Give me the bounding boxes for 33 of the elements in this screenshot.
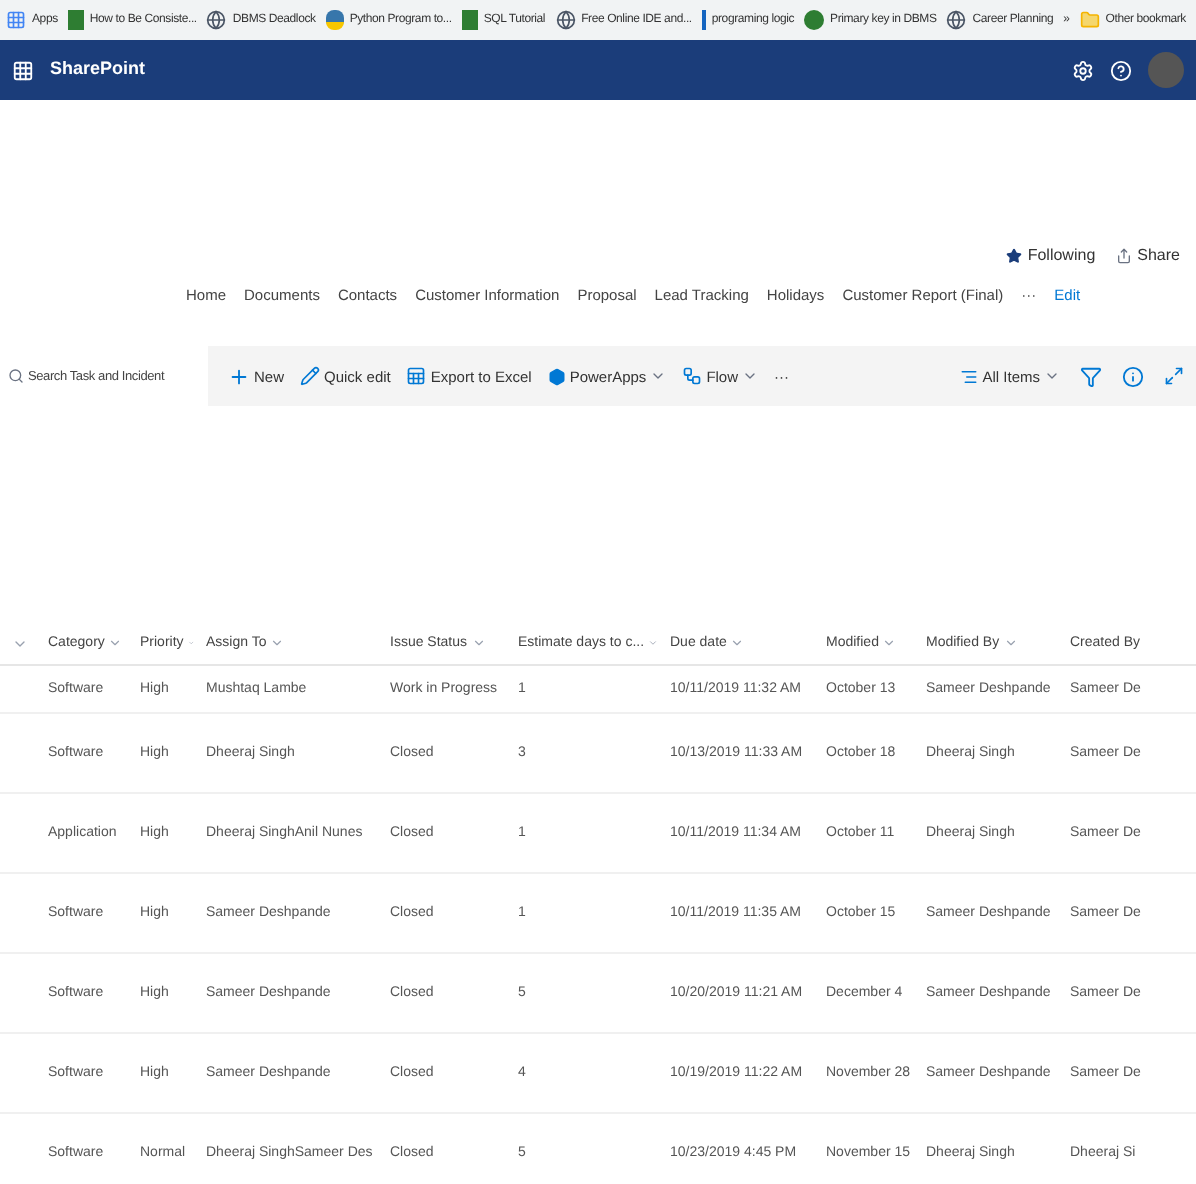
lines-icon (960, 367, 979, 386)
pencil-icon (300, 366, 321, 387)
share-icon (1115, 248, 1132, 264)
share-button[interactable]: Share (1115, 244, 1180, 268)
filter-icon[interactable] (1080, 365, 1102, 388)
app-title[interactable]: SharePoint (50, 56, 146, 84)
chevron-down-icon (1003, 636, 1018, 651)
star-icon (1005, 248, 1022, 264)
waffle-menu-icon[interactable] (12, 59, 34, 81)
search-icon (8, 368, 24, 385)
settings-icon[interactable] (1072, 59, 1094, 81)
chevron-down-icon (471, 636, 486, 651)
chevron-down-icon (108, 636, 123, 651)
info-icon[interactable] (1122, 365, 1144, 388)
page-icon (67, 10, 84, 30)
chevron-down-icon (730, 636, 745, 651)
globe-icon (555, 10, 576, 30)
bar-icon (701, 10, 706, 30)
plus-icon (228, 365, 250, 388)
chevron-down-icon (882, 636, 897, 651)
apps-icon (6, 10, 26, 30)
flow-icon (682, 366, 703, 387)
folder-icon (1079, 10, 1100, 30)
spreadsheet-icon (406, 366, 427, 387)
help-icon[interactable] (1110, 59, 1132, 81)
following-button[interactable]: Following (1005, 244, 1096, 268)
chevron-down-icon (648, 636, 658, 651)
expand-icon[interactable] (1164, 366, 1184, 387)
hexagon-icon (547, 367, 566, 386)
chevron-down-icon (270, 636, 285, 651)
globe-icon (946, 10, 967, 30)
globe-icon (206, 10, 227, 30)
page-icon (461, 10, 478, 30)
